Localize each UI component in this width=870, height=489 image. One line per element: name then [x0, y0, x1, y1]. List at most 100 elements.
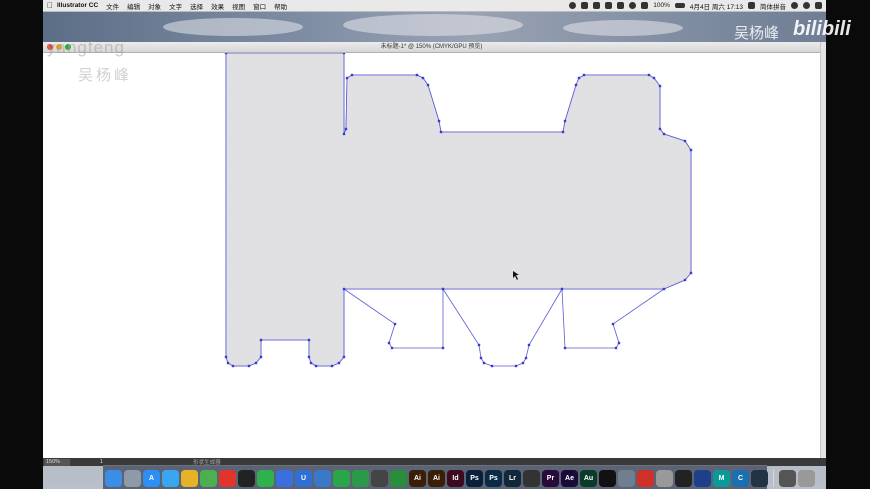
vertical-scrollbar[interactable]	[820, 42, 826, 460]
dock-u-icon[interactable]: U	[295, 469, 312, 487]
dock-red-icon[interactable]	[637, 469, 654, 487]
anchor-point[interactable]	[224, 355, 228, 359]
dock-trash-icon[interactable]	[798, 469, 815, 487]
anchor-point[interactable]	[662, 132, 666, 136]
airplay-icon[interactable]	[617, 2, 625, 9]
dock-settings-icon[interactable]	[618, 469, 635, 487]
anchor-point[interactable]	[437, 119, 441, 123]
anchor-point[interactable]	[342, 287, 346, 291]
anchor-point[interactable]	[259, 355, 263, 359]
dock-weibo-icon[interactable]	[219, 469, 236, 487]
anchor-point[interactable]	[482, 361, 486, 365]
dock-qq-icon[interactable]	[238, 469, 255, 487]
dock-safari-icon[interactable]	[162, 469, 179, 487]
anchor-point[interactable]	[683, 139, 687, 143]
dock-baidu-icon[interactable]	[276, 469, 293, 487]
anchor-point[interactable]	[563, 346, 567, 350]
window-title-bar[interactable]: 未标题-1* @ 150% (CMYK/GPU 预览)	[43, 42, 820, 53]
dock-lightroom-icon[interactable]: Lr	[504, 469, 521, 487]
anchor-point[interactable]	[561, 130, 565, 134]
anchor-point[interactable]	[574, 83, 578, 87]
anchor-point[interactable]	[611, 322, 615, 326]
spotlight-icon[interactable]	[791, 2, 798, 9]
anchor-point[interactable]	[479, 356, 483, 360]
dock-blender-icon[interactable]	[694, 469, 711, 487]
zoom-field[interactable]: 150%	[44, 458, 70, 466]
dock-app-store-icon[interactable]: A	[143, 469, 160, 487]
dock-launchpad-icon[interactable]	[124, 469, 141, 487]
anchor-point[interactable]	[563, 119, 567, 123]
anchor-point[interactable]	[577, 76, 581, 80]
anchor-point[interactable]	[582, 73, 586, 77]
dock-chrome-icon[interactable]	[181, 469, 198, 487]
dock-draw-icon[interactable]	[371, 469, 388, 487]
dock-downloads-icon[interactable]	[779, 469, 796, 487]
anchor-point[interactable]	[307, 355, 311, 359]
anchor-point[interactable]	[441, 346, 445, 350]
anchor-point[interactable]	[342, 51, 346, 55]
anchor-point[interactable]	[689, 271, 693, 275]
menu-object[interactable]: 对象	[148, 1, 161, 11]
anchor-point[interactable]	[345, 76, 349, 80]
anchor-point[interactable]	[309, 361, 313, 365]
anchor-point[interactable]	[307, 338, 311, 342]
menu-file[interactable]: 文件	[106, 1, 119, 11]
menu-extra-icon[interactable]	[581, 2, 589, 9]
dock-camera-icon[interactable]	[599, 469, 616, 487]
dock-after-effects-icon[interactable]: Ae	[561, 469, 578, 487]
dock-maps-icon[interactable]	[200, 469, 217, 487]
anchor-point[interactable]	[393, 322, 397, 326]
anchor-point[interactable]	[254, 361, 258, 365]
cursor-icon[interactable]	[605, 2, 613, 9]
anchor-point[interactable]	[314, 364, 318, 368]
anchor-point[interactable]	[330, 364, 334, 368]
anchor-point[interactable]	[560, 287, 564, 291]
dock-illustrator-2-icon[interactable]: Ai	[428, 469, 445, 487]
dock-wechat-icon[interactable]	[257, 469, 274, 487]
anchor-point[interactable]	[344, 127, 348, 131]
anchor-point[interactable]	[514, 364, 518, 368]
anchor-point[interactable]	[226, 361, 230, 365]
anchor-point[interactable]	[652, 76, 656, 80]
menu-edit[interactable]: 编辑	[127, 1, 140, 11]
dock-pen-icon[interactable]	[390, 469, 407, 487]
dock-indesign-icon[interactable]: Id	[447, 469, 464, 487]
dock-final-cut-icon[interactable]	[523, 469, 540, 487]
dock-photoshop-2-icon[interactable]: Ps	[485, 469, 502, 487]
anchor-point[interactable]	[390, 346, 394, 350]
input-method-label[interactable]: 简体拼音	[760, 1, 786, 11]
menu-select[interactable]: 选择	[190, 1, 203, 11]
clock[interactable]: 4月4日 周六 17:13	[690, 1, 743, 11]
menu-effect[interactable]: 效果	[211, 1, 224, 11]
anchor-point[interactable]	[614, 346, 618, 350]
record-icon[interactable]	[569, 2, 577, 9]
anchor-point[interactable]	[441, 287, 445, 291]
anchor-point[interactable]	[439, 130, 443, 134]
anchor-point[interactable]	[342, 355, 346, 359]
menu-window[interactable]: 窗口	[253, 1, 266, 11]
anchor-point[interactable]	[426, 83, 430, 87]
dock-finder-icon[interactable]	[105, 469, 122, 487]
dieline-shape[interactable]	[43, 51, 820, 460]
anchor-point[interactable]	[477, 343, 481, 347]
dock-illustrator-icon[interactable]: Ai	[409, 469, 426, 487]
dock-green-icon[interactable]	[352, 469, 369, 487]
dock-audition-icon[interactable]: Au	[580, 469, 597, 487]
dock-photoshop-icon[interactable]: Ps	[466, 469, 483, 487]
dock-c4d-icon[interactable]: C	[732, 469, 749, 487]
wifi-icon[interactable]	[629, 2, 637, 9]
anchor-point[interactable]	[415, 73, 419, 77]
anchor-point[interactable]	[342, 132, 346, 136]
dock-chain-icon[interactable]	[314, 469, 331, 487]
dock-zbrush-icon[interactable]	[656, 469, 673, 487]
anchor-point[interactable]	[524, 356, 528, 360]
dock-maya-icon[interactable]: M	[713, 469, 730, 487]
dock-evernote-icon[interactable]	[333, 469, 350, 487]
anchor-point[interactable]	[662, 287, 666, 291]
anchor-point[interactable]	[658, 127, 662, 131]
battery-percent[interactable]: 100%	[653, 2, 670, 9]
anchor-point[interactable]	[658, 84, 662, 88]
anchor-point[interactable]	[647, 73, 651, 77]
input-method-icon[interactable]	[748, 2, 755, 9]
apple-menu-icon[interactable]: 	[43, 1, 57, 10]
